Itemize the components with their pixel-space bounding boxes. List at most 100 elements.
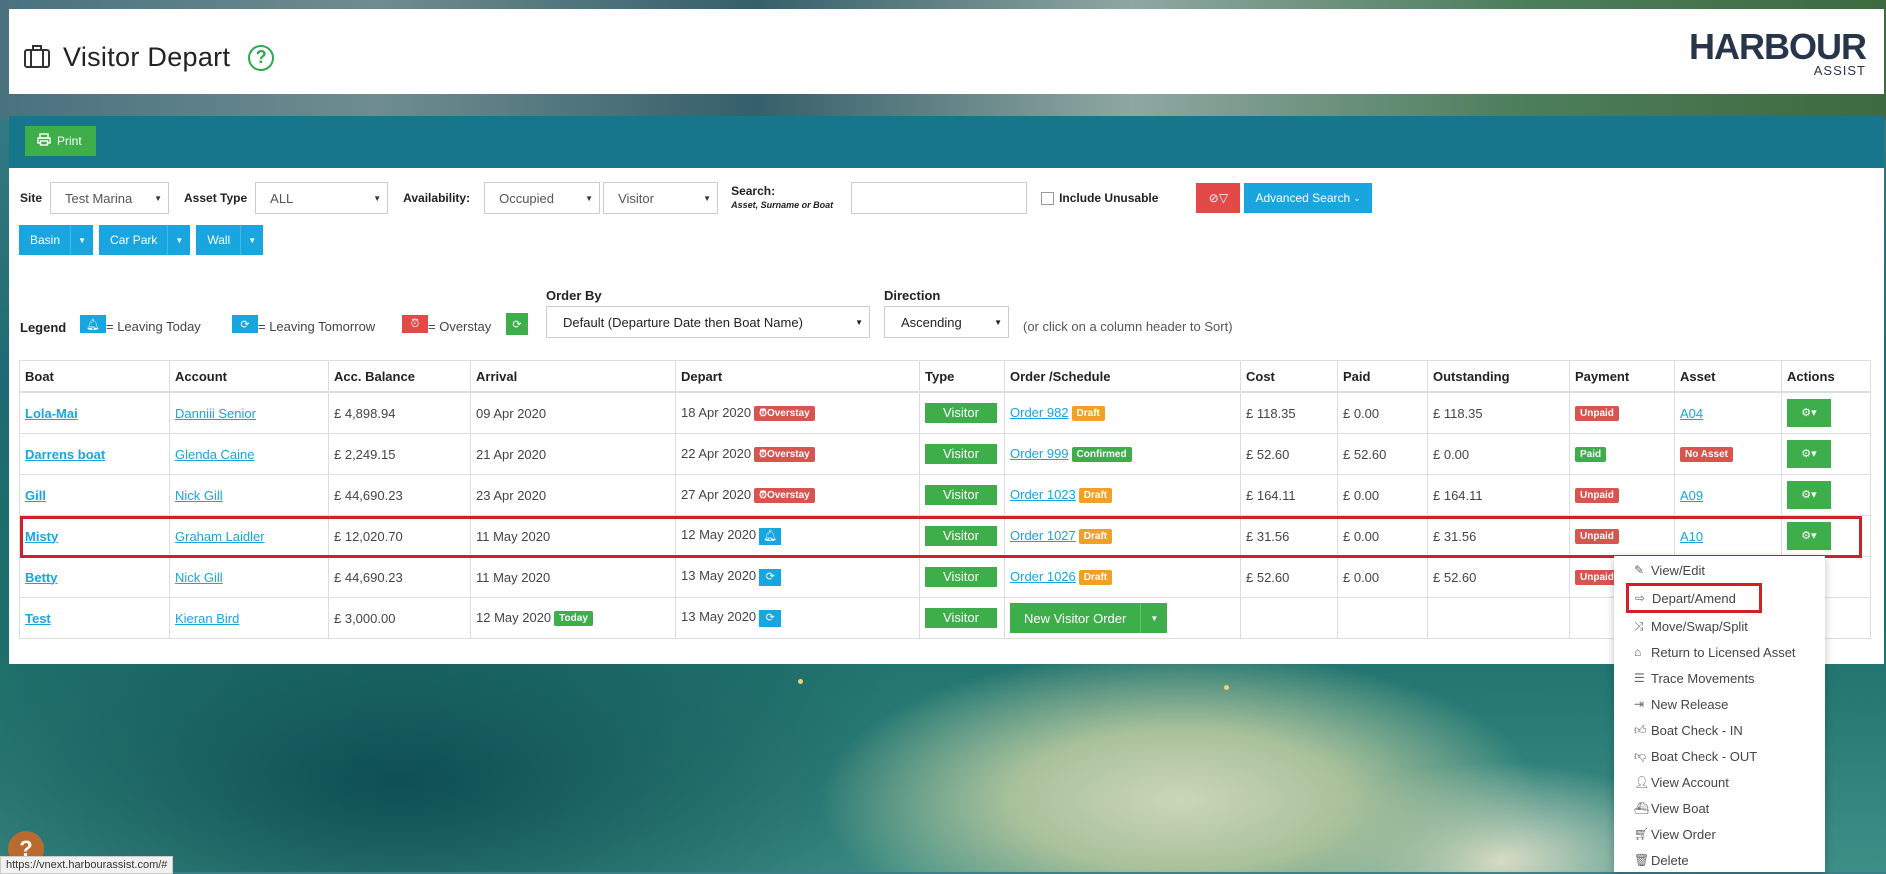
overstay-badge: ⏰︎Overstay xyxy=(754,447,815,463)
availability-select[interactable]: Occupied ▼ xyxy=(484,182,601,214)
actions-button[interactable]: ⚙▾ xyxy=(1787,481,1831,509)
menu-item-move-swap-split[interactable]: ⤨ Move/Swap/Split xyxy=(1614,613,1825,639)
menu-item-view-boat[interactable]: ⛴︎ View Boat xyxy=(1614,795,1825,821)
menu-item-view-account[interactable]: 👤︎ View Account xyxy=(1614,769,1825,795)
menu-item-delete[interactable]: 🗑︎ Delete xyxy=(1614,847,1825,873)
boat-link[interactable]: Gill xyxy=(25,488,46,503)
menu-item-new-release[interactable]: ⇥ New Release xyxy=(1614,691,1825,717)
col-boat[interactable]: Boat xyxy=(19,360,170,393)
cost: £ 52.60 xyxy=(1240,433,1338,475)
type-badge: Visitor xyxy=(925,567,997,587)
asset-link[interactable]: A04 xyxy=(1680,406,1703,421)
menu-item-boat-check-out[interactable]: 👎︎ Boat Check - OUT xyxy=(1614,743,1825,769)
include-unusable-checkbox[interactable]: Include Unusable xyxy=(1041,191,1158,205)
order-by-select[interactable]: Default (Departure Date then Boat Name) ▼ xyxy=(546,306,870,338)
paid: £ 0.00 xyxy=(1337,391,1428,434)
paid: £ 52.60 xyxy=(1337,433,1428,475)
asset-type-select[interactable]: ALL ▼ xyxy=(255,182,389,214)
menu-item-depart-amend[interactable]: ⇨ Depart/Amend xyxy=(1626,583,1762,613)
col-cost[interactable]: Cost xyxy=(1240,360,1338,393)
boat-link[interactable]: Test xyxy=(25,611,51,626)
refresh-icon[interactable]: ⟳ xyxy=(506,313,528,335)
arrival-date: 12 May 2020 xyxy=(476,609,552,625)
col-paid[interactable]: Paid xyxy=(1337,360,1428,393)
actions-button[interactable]: ⚙▾ xyxy=(1787,440,1831,468)
visitor-type-select[interactable]: Visitor ▼ xyxy=(603,182,719,214)
col-account[interactable]: Account xyxy=(169,360,329,393)
boat-link[interactable]: Darrens boat xyxy=(25,447,105,462)
boat-link[interactable]: Betty xyxy=(25,570,58,585)
order-link[interactable]: Order 1023 xyxy=(1010,487,1076,502)
home-icon: ⌂ xyxy=(1634,645,1642,659)
gear-icon: ⚙▾ xyxy=(1801,448,1817,460)
order-link[interactable]: Order 982 xyxy=(1010,405,1069,420)
print-label: Print xyxy=(57,134,82,148)
sort-hint: (or click on a column header to Sort) xyxy=(1023,319,1233,334)
help-icon[interactable]: ? xyxy=(248,44,275,71)
legend-leaving-tomorrow: = Leaving Tomorrow xyxy=(258,319,376,334)
type-badge: Visitor xyxy=(925,485,997,505)
menu-item-boat-check-in[interactable]: 👍︎ Boat Check - IN xyxy=(1614,717,1825,743)
list-icon: ☰ xyxy=(1634,671,1645,685)
type-badge: Visitor xyxy=(925,608,997,628)
status-bar-url: https://vnext.harbourassist.com/# xyxy=(0,856,174,874)
thumbs-up-icon: 👍︎ xyxy=(1634,722,1647,737)
col-arrival[interactable]: Arrival xyxy=(470,360,676,393)
col-order-schedule[interactable]: Order /Schedule xyxy=(1004,360,1241,393)
chevron-down-icon: ⌄ xyxy=(1353,192,1361,203)
user-icon: 👤︎ xyxy=(1634,775,1650,789)
col-type[interactable]: Type xyxy=(919,360,1005,393)
outstanding: £ 0.00 xyxy=(1427,433,1570,475)
site-select[interactable]: Test Marina ▼ xyxy=(50,182,170,214)
clear-filter-button[interactable]: ⊘▽ xyxy=(1196,183,1241,213)
acc-balance: £ 44,690.23 xyxy=(328,556,471,598)
account-link[interactable]: Glenda Caine xyxy=(175,447,255,462)
advanced-search-button[interactable]: Advanced Search ⌄ xyxy=(1244,183,1372,213)
asset-link[interactable]: A09 xyxy=(1680,488,1703,503)
alarm-clock-icon: ⏰︎ xyxy=(759,449,767,461)
menu-item-trace-movements[interactable]: ☰ Trace Movements xyxy=(1614,665,1825,691)
page-header: Visitor Depart ? HARBOUR ASSIST xyxy=(9,9,1884,94)
legend-label: Legend xyxy=(20,320,67,335)
visitor-table: Boat Account Acc. Balance Arrival Depart… xyxy=(19,360,1871,639)
basin-split-button[interactable]: Basin ▼ xyxy=(19,225,94,255)
background-detail xyxy=(1224,685,1229,690)
checkbox-box[interactable] xyxy=(1041,191,1055,205)
account-link[interactable]: Nick Gill xyxy=(175,570,223,585)
briefcase-icon xyxy=(23,43,51,72)
caret-down-icon[interactable]: ▼ xyxy=(70,225,93,255)
caret-down-icon[interactable]: ▼ xyxy=(240,225,263,255)
account-link[interactable]: Danniii Senior xyxy=(175,406,256,421)
harbour-assist-logo: HARBOUR ASSIST xyxy=(1689,26,1867,79)
cost: £ 164.11 xyxy=(1240,474,1338,516)
new-visitor-order-button[interactable]: New Visitor Order ▼ xyxy=(1010,603,1168,633)
menu-item-view-order[interactable]: 🛒︎ View Order xyxy=(1614,821,1825,847)
menu-item-view-edit[interactable]: ✎ View/Edit xyxy=(1614,557,1825,583)
printer-icon xyxy=(37,133,51,149)
caret-down-icon: ▼ xyxy=(585,193,594,203)
col-outstanding[interactable]: Outstanding xyxy=(1427,360,1570,393)
asset-group-buttons: Basin ▼ Car Park ▼ Wall ▼ xyxy=(19,225,264,255)
boat-link[interactable]: Lola-Mai xyxy=(25,406,78,421)
account-link[interactable]: Nick Gill xyxy=(175,488,223,503)
print-button[interactable]: Print xyxy=(25,126,96,156)
account-link[interactable]: Kieran Bird xyxy=(175,611,239,626)
col-depart[interactable]: Depart xyxy=(675,360,920,393)
table-row: Darrens boat Glenda Caine £ 2,249.15 21 … xyxy=(19,433,1871,475)
col-acc-balance[interactable]: Acc. Balance xyxy=(328,360,471,393)
wall-split-button[interactable]: Wall ▼ xyxy=(196,225,264,255)
actions-button[interactable]: ⚙▾ xyxy=(1787,399,1831,427)
order-link[interactable]: Order 1026 xyxy=(1010,569,1076,584)
caret-down-icon[interactable]: ▼ xyxy=(1140,603,1167,633)
caret-down-icon: ▼ xyxy=(855,317,863,327)
search-input[interactable] xyxy=(851,182,1028,214)
site-label: Site xyxy=(20,191,43,205)
order-link[interactable]: Order 999 xyxy=(1010,446,1069,461)
col-asset[interactable]: Asset xyxy=(1674,360,1782,393)
car-park-split-button[interactable]: Car Park ▼ xyxy=(99,225,191,255)
caret-down-icon[interactable]: ▼ xyxy=(167,225,190,255)
direction-select[interactable]: Ascending ▼ xyxy=(884,306,1009,338)
cost xyxy=(1240,597,1338,639)
col-payment[interactable]: Payment xyxy=(1569,360,1675,393)
menu-item-return-licensed-asset[interactable]: ⌂ Return to Licensed Asset xyxy=(1614,639,1825,665)
